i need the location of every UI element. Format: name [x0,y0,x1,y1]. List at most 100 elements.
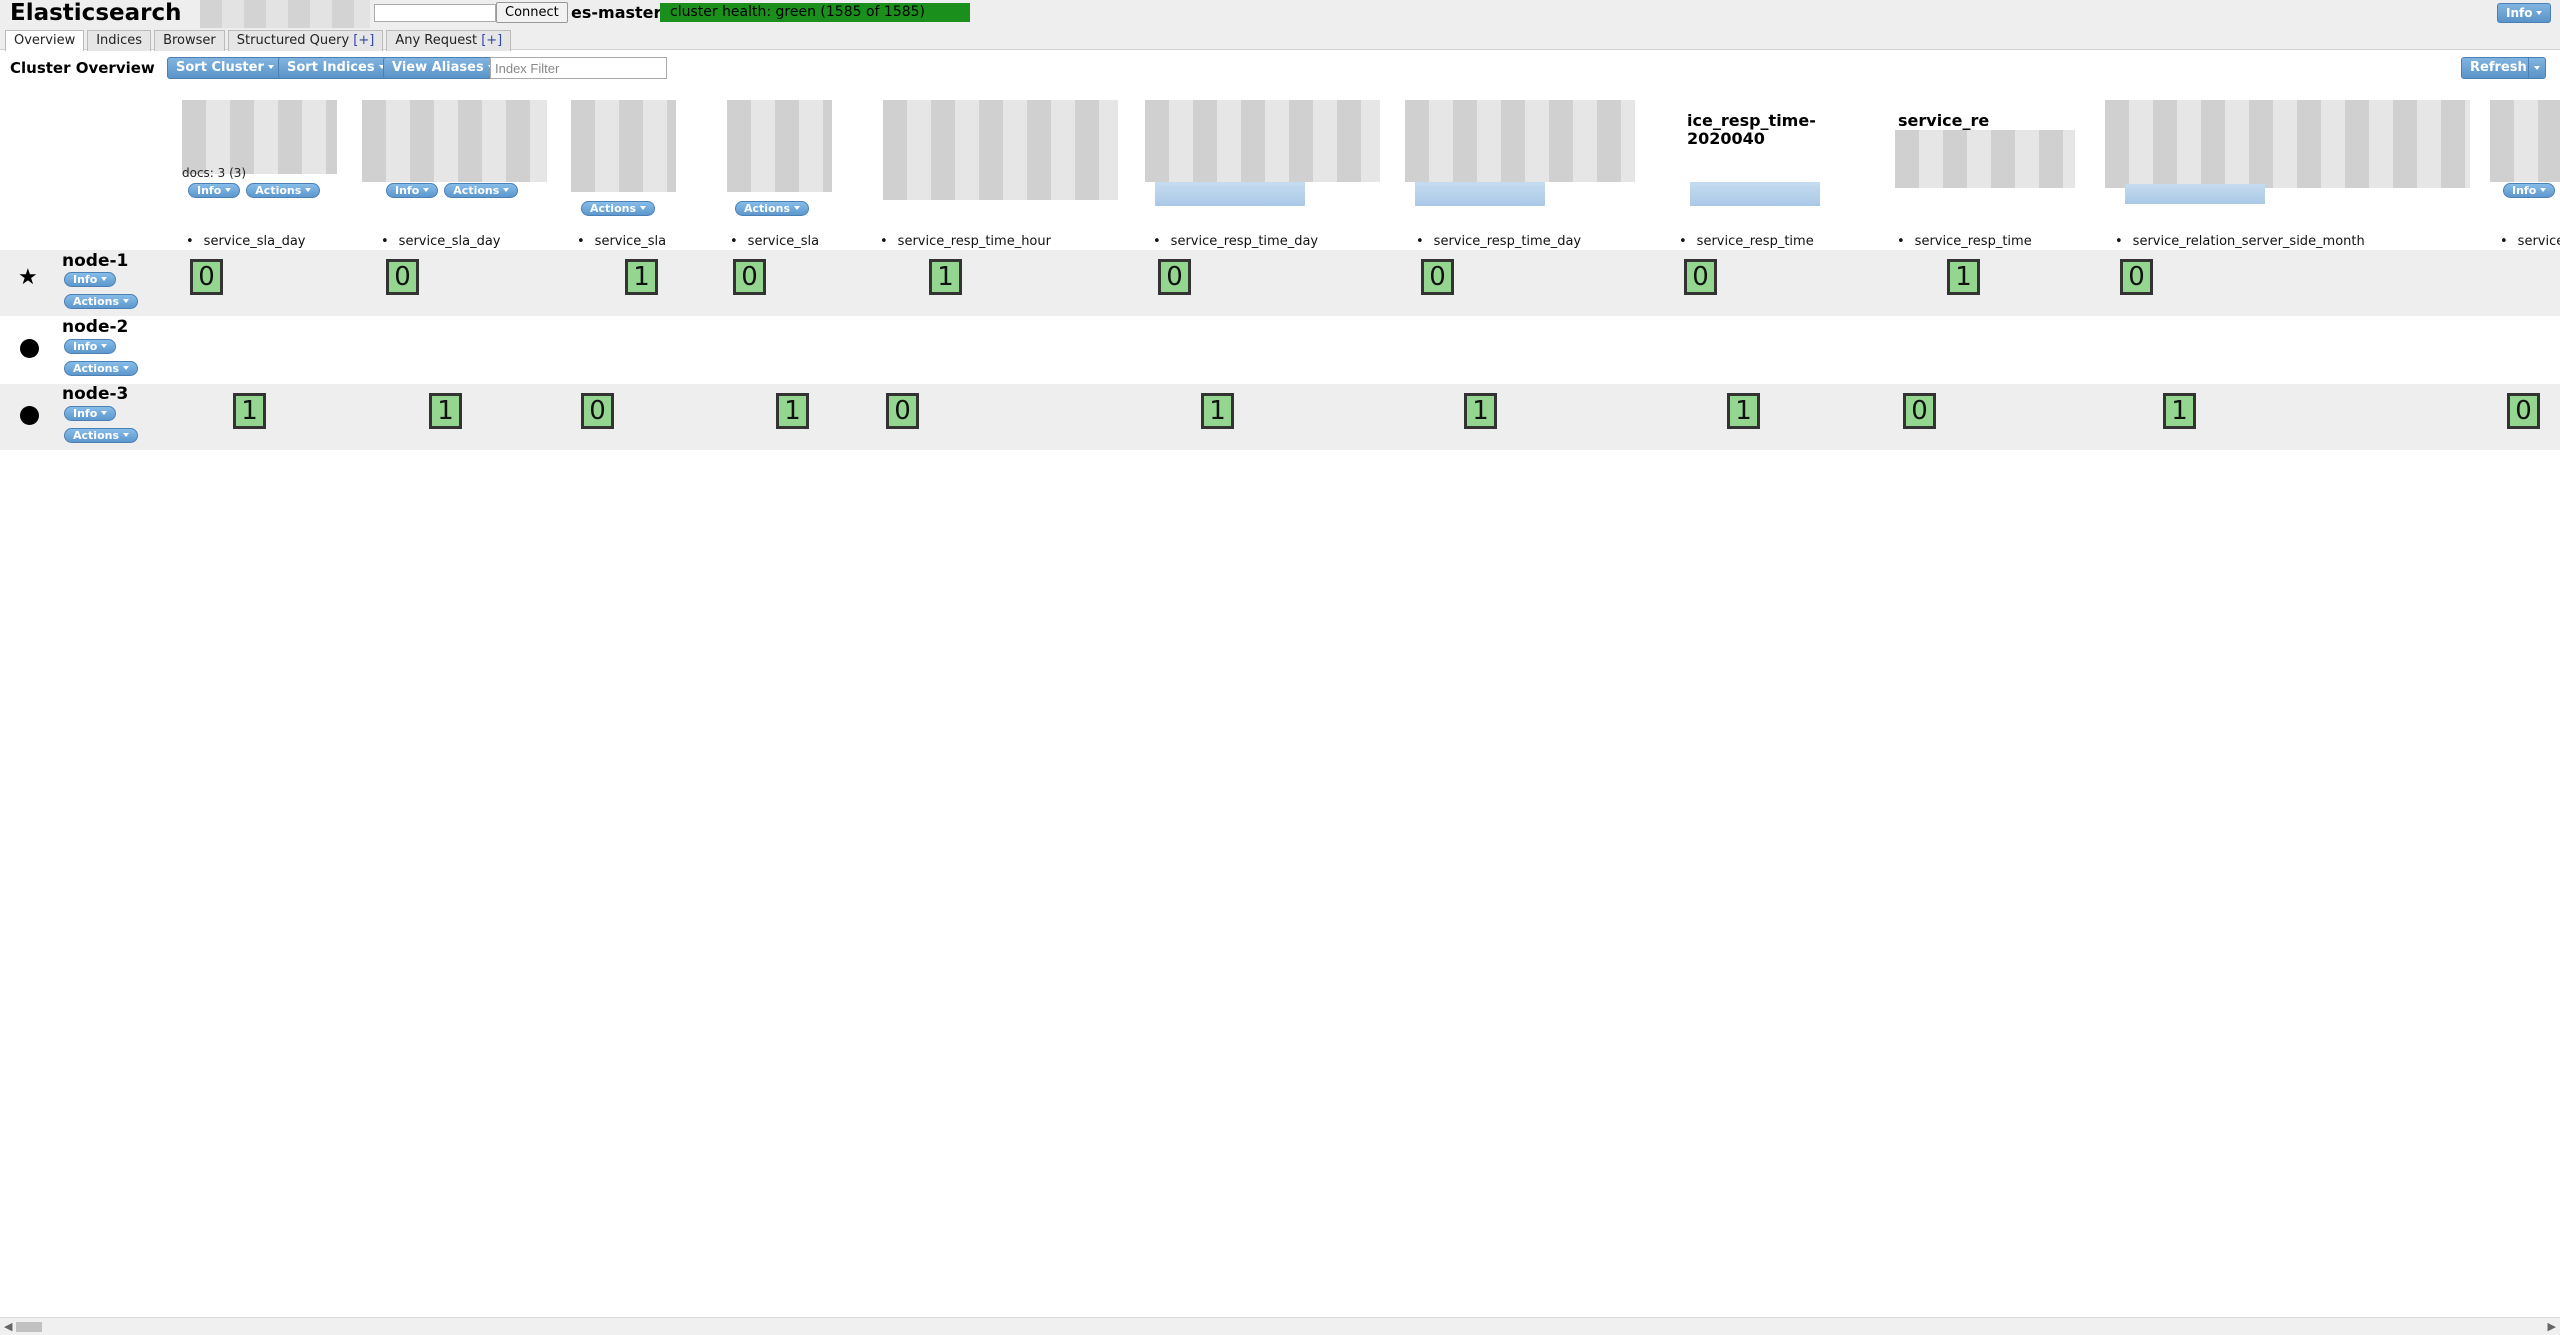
index-title-line: 2020040 [1687,129,1765,148]
shard-box[interactable]: 0 [2507,393,2540,429]
connect-url-input[interactable] [374,4,496,22]
caret-down-icon [2540,188,2547,192]
shard-box[interactable]: 1 [1201,393,1234,429]
scroll-left-icon[interactable]: ◀ [4,1320,12,1333]
index-buttons: Actions [581,201,655,216]
index-alias: service [2500,234,2560,249]
index-info-button[interactable]: Info [2503,183,2556,198]
index-buttons: Info [2503,183,2556,198]
shard-box[interactable]: 1 [1727,393,1760,429]
node-actions-button[interactable]: Actions [64,428,138,443]
top-header: Elasticsearch Connect es-master cluster … [0,0,2560,51]
app-title: Elasticsearch [10,0,182,26]
shard-box[interactable]: 0 [190,259,223,295]
refresh-menu-button[interactable] [2528,57,2546,79]
index-info-button[interactable]: Info [386,183,439,198]
index-filter-input[interactable] [490,57,667,79]
shard-box[interactable]: 1 [1464,393,1497,429]
button-label: Info [2512,184,2537,197]
tab-label: Any Request [395,33,482,48]
index-actions-button[interactable]: Actions [735,201,809,216]
node-row: ★ node-1 Info Actions 0 0 1 0 1 0 0 0 1 … [0,250,2560,316]
button-label: Actions [453,184,500,197]
obscured-region [1145,100,1380,182]
tab-structured-query[interactable]: Structured Query [+] [227,30,384,51]
obscured-region [200,0,370,28]
view-aliases-button[interactable]: View Aliases [383,57,503,79]
shard-box[interactable]: 1 [929,259,962,295]
obscured-buttons [2125,184,2265,204]
tab-overview[interactable]: Overview [5,30,85,51]
caret-down-icon [503,188,510,192]
index-alias: service_resp_time_day [1153,234,1318,249]
index-title: service_re [1898,111,1990,130]
button-label: Actions [73,295,119,308]
sort-indices-button[interactable]: Sort Indices [278,57,394,79]
caret-down-icon [225,188,232,192]
shard-box[interactable]: 0 [1684,259,1717,295]
tab-label: Indices [96,33,143,48]
shard-box[interactable]: 1 [625,259,658,295]
shard-box[interactable]: 0 [386,259,419,295]
scrollbar-thumb[interactable] [16,1322,42,1332]
shard-box[interactable]: 0 [733,259,766,295]
button-label: Actions [73,362,119,375]
shard-box[interactable]: 0 [1903,393,1936,429]
node-row: node-2 Info Actions [0,317,2560,383]
shard-box[interactable]: 0 [2120,259,2153,295]
index-buttons: Info Actions [386,183,519,198]
button-label: Info [73,407,98,420]
shard-box[interactable]: 1 [2163,393,2196,429]
node-info-button[interactable]: Info [64,339,117,354]
button-label: Info [73,340,98,353]
index-actions-button[interactable]: Actions [581,201,655,216]
caret-down-icon [101,411,108,415]
button-label: Sort Cluster [176,60,264,75]
cluster-name: es-master [571,3,662,22]
index-header: service_re [1895,100,2085,240]
index-alias: service_sla [577,234,666,249]
caret-down-icon [305,188,312,192]
caret-down-icon [423,188,430,192]
button-label: Info [197,184,222,197]
shard-box[interactable]: 1 [776,393,809,429]
shard-box[interactable]: 1 [233,393,266,429]
tab-indices[interactable]: Indices [87,30,152,51]
shard-box[interactable]: 0 [581,393,614,429]
node-actions-button[interactable]: Actions [64,294,138,309]
index-info-button[interactable]: Info [188,183,241,198]
index-actions-button[interactable]: Actions [444,183,519,198]
caret-down-icon [267,65,274,69]
node-info-button[interactable]: Info [64,272,117,287]
index-alias: service_resp_time_hour [880,234,1051,249]
shard-box[interactable]: 1 [429,393,462,429]
refresh-button[interactable]: Refresh [2461,57,2536,79]
obscured-region [1895,130,2075,188]
button-label: Info [395,184,420,197]
shard-box[interactable]: 0 [1158,259,1191,295]
caret-down-icon [101,277,108,281]
node-info-button[interactable]: Info [64,406,117,421]
scroll-right-icon[interactable]: ▶ [2548,1320,2556,1333]
obscured-region [727,100,832,192]
tab-label: Browser [163,33,216,48]
shard-box[interactable]: 0 [886,393,919,429]
shard-box[interactable]: 1 [1947,259,1980,295]
tab-any-request[interactable]: Any Request [+] [386,30,512,51]
sort-cluster-button[interactable]: Sort Cluster [167,57,283,79]
horizontal-scrollbar[interactable]: ◀ ▶ [0,1317,2560,1335]
button-label: Actions [590,202,636,215]
header-info-button[interactable]: Info [2497,3,2552,23]
tab-browser[interactable]: Browser [154,30,225,51]
button-label: Info [73,273,98,286]
tab-plus: [+] [481,33,503,48]
connect-button[interactable]: Connect [496,2,568,23]
index-actions-button[interactable]: Actions [246,183,321,198]
cluster-health-badge: cluster health: green (1585 of 1585) [660,3,970,22]
caret-down-icon [123,433,129,437]
node-actions-button[interactable]: Actions [64,361,138,376]
obscured-region [2490,100,2560,182]
caret-down-icon [2536,11,2543,15]
shard-box[interactable]: 0 [1421,259,1454,295]
index-header [1405,100,1645,240]
